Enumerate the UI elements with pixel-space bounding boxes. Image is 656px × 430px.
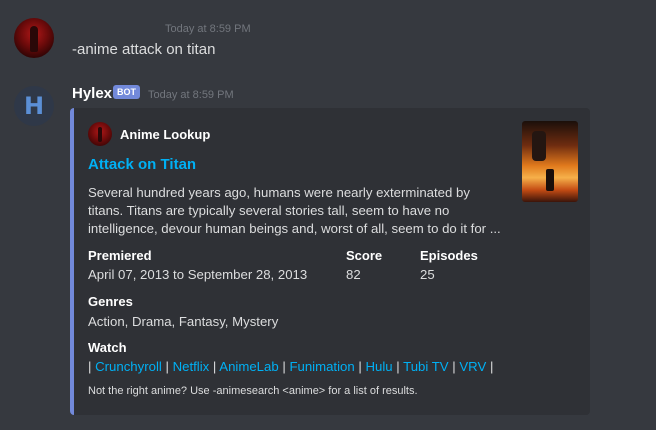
watch-link[interactable]: Netflix: [173, 359, 210, 374]
separator: |: [212, 359, 217, 374]
separator: |: [88, 359, 92, 374]
watch-link[interactable]: VRV: [459, 359, 486, 374]
author-name[interactable]: Hylex: [72, 85, 112, 102]
separator: |: [452, 359, 456, 374]
field-episodes-name: Episodes: [420, 248, 478, 263]
field-score-value: 82: [346, 267, 361, 282]
message-content: -anime attack on titan: [72, 41, 216, 58]
embed-thumbnail[interactable]: [522, 121, 578, 202]
watch-link[interactable]: Tubi TV: [403, 359, 448, 374]
field-genres-name: Genres: [88, 294, 133, 309]
separator: |: [489, 359, 494, 374]
watch-link[interactable]: Funimation: [289, 359, 354, 374]
watch-link[interactable]: AnimeLab: [219, 359, 278, 374]
avatar-letter: H: [23, 92, 45, 120]
bot-badge: BOT: [113, 85, 140, 99]
field-premiered-name: Premiered: [88, 248, 152, 263]
bot-avatar[interactable]: H: [14, 86, 54, 126]
separator: |: [396, 359, 400, 374]
embed-author: Anime Lookup: [88, 122, 210, 146]
embed-author-name: Anime Lookup: [120, 126, 211, 142]
watch-links: | Crunchyroll | Netflix | AnimeLab | Fun…: [88, 359, 493, 374]
embed-author-icon: [88, 122, 112, 146]
field-watch-name: Watch: [88, 340, 127, 355]
separator: |: [358, 359, 362, 374]
message-timestamp: Today at 8:59 PM: [148, 89, 234, 101]
watch-link[interactable]: Crunchyroll: [95, 359, 162, 374]
field-genres-value: Action, Drama, Fantasy, Mystery: [88, 314, 279, 329]
embed-title-link[interactable]: Attack on Titan: [88, 156, 196, 173]
watch-link[interactable]: Hulu: [365, 359, 392, 374]
embed-card: Anime Lookup Attack on Titan Several hun…: [70, 108, 590, 415]
field-episodes-value: 25: [420, 267, 435, 282]
separator: |: [165, 359, 169, 374]
embed-footer: Not the right anime? Use -animesearch <a…: [88, 385, 418, 397]
field-score-name: Score: [346, 248, 383, 263]
user-avatar[interactable]: [14, 18, 54, 58]
embed-description: Several hundred years ago, humans were n…: [88, 185, 501, 236]
separator: |: [282, 359, 286, 374]
message-timestamp: Today at 8:59 PM: [165, 23, 251, 35]
field-premiered-value: April 07, 2013 to September 28, 2013: [88, 267, 308, 282]
